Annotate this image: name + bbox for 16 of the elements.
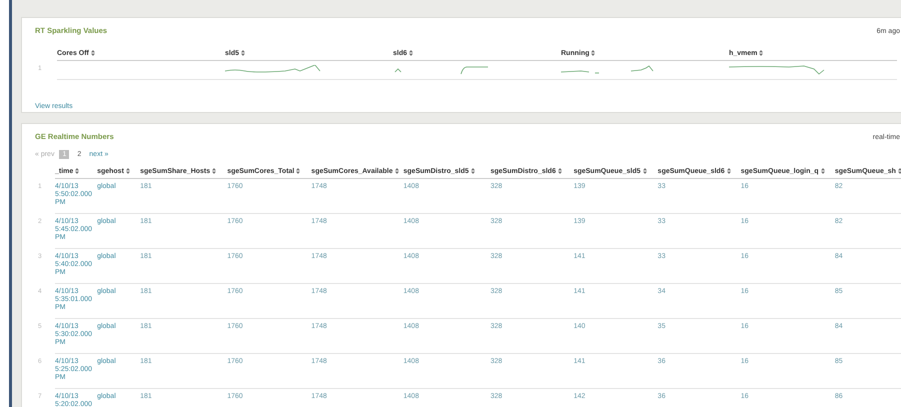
sort-icon <box>470 168 475 174</box>
sort-icon <box>726 168 731 174</box>
sort-icon <box>409 50 414 56</box>
sort-icon <box>642 168 646 174</box>
sort-icon <box>75 168 80 174</box>
sort-icon <box>394 168 399 174</box>
sort-icon <box>898 168 901 174</box>
sort-icon <box>558 168 562 174</box>
sort-icon <box>212 168 216 174</box>
sort-icon <box>296 168 300 174</box>
sort-icon <box>759 50 764 56</box>
sort-icon <box>126 168 130 174</box>
sort-icon <box>591 50 596 56</box>
sort-icon <box>241 50 246 56</box>
sort-icon <box>820 168 825 174</box>
sort-icon <box>90 50 95 56</box>
